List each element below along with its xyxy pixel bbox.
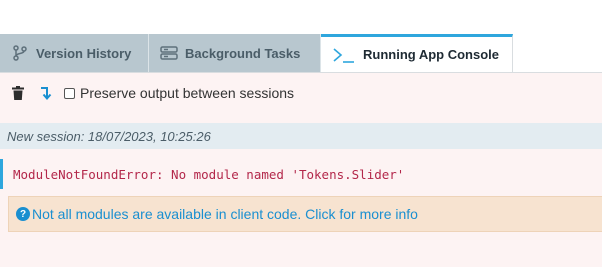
tab-version-history[interactable]: Version History bbox=[0, 34, 149, 72]
session-text: New session: 18/07/2023, 10:25:26 bbox=[7, 128, 211, 144]
help-icon: ? bbox=[16, 207, 30, 221]
console-error-line: ModuleNotFoundError: No module named 'To… bbox=[0, 159, 602, 189]
app-console-window: Version History Background Tasks Running… bbox=[0, 0, 602, 267]
session-banner: New session: 18/07/2023, 10:25:26 bbox=[0, 123, 602, 149]
tab-label: Background Tasks bbox=[185, 45, 301, 61]
tasks-icon bbox=[159, 43, 179, 63]
preserve-output-label: Preserve output between sessions bbox=[80, 85, 295, 101]
terminal-icon bbox=[331, 45, 357, 65]
console-panel: Preserve output between sessions New ses… bbox=[0, 73, 602, 267]
info-banner[interactable]: ? Not all modules are available in clien… bbox=[8, 196, 602, 232]
tab-label: Running App Console bbox=[363, 47, 499, 62]
tab-bar: Version History Background Tasks Running… bbox=[0, 34, 602, 73]
info-text[interactable]: Not all modules are available in client … bbox=[32, 206, 418, 222]
preserve-output-checkbox[interactable] bbox=[64, 87, 75, 99]
arrow-wrap-icon[interactable] bbox=[36, 83, 56, 103]
trash-icon[interactable] bbox=[8, 83, 28, 103]
tab-label: Version History bbox=[36, 45, 132, 61]
branch-icon bbox=[10, 43, 30, 63]
console-toolbar: Preserve output between sessions bbox=[0, 73, 602, 113]
tab-background-tasks[interactable]: Background Tasks bbox=[149, 34, 321, 72]
error-text: ModuleNotFoundError: No module named 'To… bbox=[13, 166, 405, 182]
tab-running-app-console[interactable]: Running App Console bbox=[321, 34, 513, 72]
